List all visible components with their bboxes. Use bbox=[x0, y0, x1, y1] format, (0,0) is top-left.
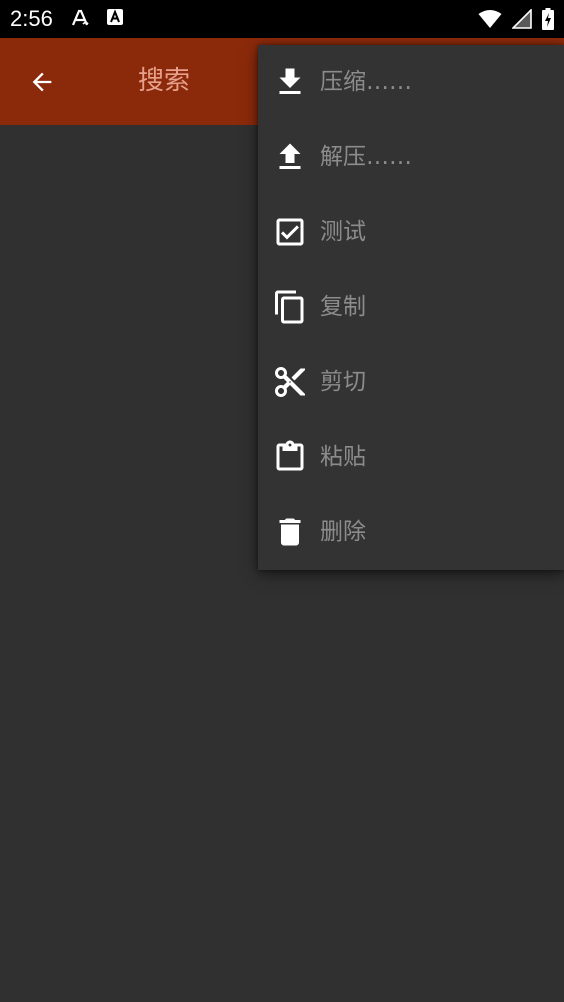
menu-item-test[interactable]: 测试 bbox=[258, 195, 564, 270]
arrow-back-icon bbox=[32, 72, 52, 92]
status-time: 2:56 bbox=[10, 6, 53, 31]
battery-charging-icon bbox=[542, 8, 554, 30]
upload-icon bbox=[279, 143, 301, 169]
status-left-icons bbox=[70, 8, 124, 28]
status-bar: 2:56 bbox=[0, 0, 564, 38]
clipboard-icon bbox=[276, 440, 304, 471]
context-menu: 压缩…… 解压…… 测试 复制 剪切 粘贴 删除 bbox=[258, 45, 564, 570]
menu-item-label: 解压…… bbox=[320, 144, 412, 170]
scissors-icon bbox=[275, 367, 305, 397]
status-right-icons bbox=[478, 8, 554, 30]
menu-item-compress[interactable]: 压缩…… bbox=[258, 45, 564, 120]
menu-item-label: 复制 bbox=[320, 294, 366, 320]
signal-icon bbox=[512, 9, 532, 29]
menu-item-paste[interactable]: 粘贴 bbox=[258, 420, 564, 495]
menu-item-label: 剪切 bbox=[320, 369, 366, 395]
a-box-icon bbox=[107, 9, 123, 25]
checkbox-icon bbox=[276, 218, 304, 246]
page-title: 搜索 bbox=[138, 66, 191, 96]
wifi-icon bbox=[478, 10, 502, 28]
menu-item-label: 测试 bbox=[320, 219, 366, 245]
menu-item-label: 粘贴 bbox=[320, 444, 366, 470]
copy-icon bbox=[275, 290, 304, 324]
menu-item-delete[interactable]: 删除 bbox=[258, 495, 564, 570]
menu-item-copy[interactable]: 复制 bbox=[258, 270, 564, 345]
menu-item-cut[interactable]: 剪切 bbox=[258, 345, 564, 420]
back-button[interactable] bbox=[20, 60, 64, 104]
menu-item-label: 压缩…… bbox=[320, 69, 412, 95]
menu-item-label: 删除 bbox=[320, 519, 366, 545]
font-icon bbox=[71, 9, 89, 26]
menu-item-extract[interactable]: 解压…… bbox=[258, 120, 564, 195]
download-icon bbox=[279, 68, 301, 94]
delete-icon bbox=[279, 518, 301, 546]
